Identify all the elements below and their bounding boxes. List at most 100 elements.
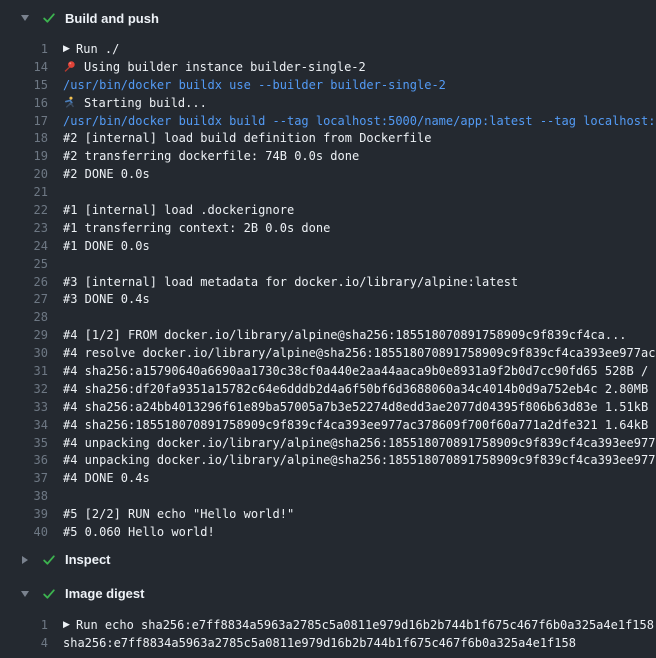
log-line: 38: [0, 487, 656, 505]
log-line: 33 #4 sha256:a24bb4013296f61e89ba57005a7b…: [0, 398, 656, 416]
log-line: 25: [0, 255, 656, 273]
log-line: 32 #4 sha256:df20fa9351a15782c64e6dddb2d4…: [0, 380, 656, 398]
line-number[interactable]: 18: [0, 131, 48, 145]
log-text: #4 sha256:a15790640a6690aa1730c38cf0a440…: [63, 364, 656, 378]
log-text: #4 sha256:df20fa9351a15782c64e6dddb2d4a6…: [63, 382, 656, 396]
log-text: #4 DONE 0.4s: [63, 471, 150, 485]
log-line: 22 #1 [internal] load .dockerignore: [0, 201, 656, 219]
log-line: 31 #4 sha256:a15790640a6690aa1730c38cf0a4…: [0, 362, 656, 380]
log-text: #4 [1/2] FROM docker.io/library/alpine@s…: [63, 328, 627, 342]
line-number[interactable]: 24: [0, 239, 48, 253]
log-line: 14 Using builder instance builder-single-…: [0, 58, 656, 76]
log-line: 1 ▶Run echo sha256:e7ff8834a5963a2785c5a0…: [0, 616, 656, 634]
log-lines-image-digest: 1 ▶Run echo sha256:e7ff8834a5963a2785c5a0…: [0, 616, 656, 652]
section-title: Inspect: [65, 552, 111, 567]
log-line: 15/usr/bin/docker buildx use --builder b…: [0, 76, 656, 94]
log-text: #2 transferring dockerfile: 74B 0.0s don…: [63, 149, 359, 163]
line-number[interactable]: 28: [0, 310, 48, 324]
log-line: 19 #2 transferring dockerfile: 74B 0.0s d…: [0, 147, 656, 165]
log-text: #4 sha256:a24bb4013296f61e89ba57005a7b3e…: [63, 400, 656, 414]
log-line: 40 #5 0.060 Hello world!: [0, 523, 656, 541]
log-line: 26 #3 [internal] load metadata for docker…: [0, 273, 656, 291]
line-number[interactable]: 19: [0, 149, 48, 163]
log-text: Using builder instance builder-single-2: [84, 60, 366, 74]
line-number[interactable]: 39: [0, 507, 48, 521]
success-check-icon: [41, 586, 56, 601]
log-text: #2 DONE 0.0s: [63, 167, 150, 181]
line-number[interactable]: 27: [0, 292, 48, 306]
run-expander-icon[interactable]: ▶: [63, 620, 76, 630]
chevron-right-icon[interactable]: [20, 556, 29, 564]
line-number[interactable]: 21: [0, 185, 48, 199]
chevron-down-icon[interactable]: [20, 15, 29, 21]
section-header-build-and-push[interactable]: Build and push: [0, 10, 656, 26]
line-number[interactable]: 40: [0, 525, 48, 539]
log-line: 30 #4 resolve docker.io/library/alpine@sh…: [0, 344, 656, 362]
run-expander-icon[interactable]: ▶: [63, 44, 76, 54]
log-text: #3 DONE 0.4s: [63, 292, 150, 306]
section-header-inspect[interactable]: Inspect: [0, 552, 656, 568]
log-text: #4 unpacking docker.io/library/alpine@sh…: [63, 453, 656, 467]
log-line: 20 #2 DONE 0.0s: [0, 165, 656, 183]
log-text: sha256:e7ff8834a5963a2785c5a0811e979d16b…: [63, 636, 576, 650]
line-number[interactable]: 34: [0, 418, 48, 432]
line-number[interactable]: 23: [0, 221, 48, 235]
log-text: #1 DONE 0.0s: [63, 239, 150, 253]
log-text: #1 [internal] load .dockerignore: [63, 203, 294, 217]
chevron-right-glyph: [22, 556, 28, 564]
log-line: 4 sha256:e7ff8834a5963a2785c5a0811e979d16…: [0, 634, 656, 652]
line-number[interactable]: 1: [0, 618, 48, 632]
section-header-image-digest[interactable]: Image digest: [0, 586, 656, 602]
line-number[interactable]: 32: [0, 382, 48, 396]
line-number[interactable]: 26: [0, 275, 48, 289]
line-number[interactable]: 38: [0, 489, 48, 503]
log-text: #1 transferring context: 2B 0.0s done: [63, 221, 330, 235]
line-number[interactable]: 31: [0, 364, 48, 378]
log-line: 34 #4 sha256:185518070891758909c9f839cf4c…: [0, 416, 656, 434]
log-line: 16 Starting build...: [0, 94, 656, 112]
chevron-down-glyph: [21, 591, 29, 597]
chevron-down-glyph: [21, 15, 29, 21]
runner-icon: [63, 96, 76, 109]
log-text-command: /usr/bin/docker buildx build --tag local…: [63, 114, 656, 128]
log-line: 17/usr/bin/docker buildx build --tag loc…: [0, 112, 656, 130]
line-number[interactable]: 1: [0, 42, 48, 56]
log-line: 28: [0, 308, 656, 326]
section-image-digest: Image digest 1 ▶Run echo sha256:e7ff8834a5…: [0, 586, 656, 652]
line-number[interactable]: 22: [0, 203, 48, 217]
log-line: 36 #4 unpacking docker.io/library/alpine@…: [0, 451, 656, 469]
line-number[interactable]: 29: [0, 328, 48, 342]
line-number[interactable]: 35: [0, 436, 48, 450]
line-number[interactable]: 33: [0, 400, 48, 414]
line-number[interactable]: 14: [0, 60, 48, 74]
line-number[interactable]: 20: [0, 167, 48, 181]
line-number[interactable]: 17: [0, 114, 48, 128]
line-number[interactable]: 16: [0, 96, 48, 110]
log-text: #5 0.060 Hello world!: [63, 525, 215, 539]
log-line: 1 ▶Run ./: [0, 40, 656, 58]
pushpin-icon: [63, 60, 76, 73]
line-number[interactable]: 37: [0, 471, 48, 485]
line-number[interactable]: 4: [0, 636, 48, 650]
log-line: 35 #4 unpacking docker.io/library/alpine@…: [0, 434, 656, 452]
log-text: #4 sha256:185518070891758909c9f839cf4ca3…: [63, 418, 656, 432]
section-title: Image digest: [65, 586, 144, 601]
log-text: #3 [internal] load metadata for docker.i…: [63, 275, 518, 289]
chevron-down-icon[interactable]: [20, 591, 29, 597]
log-text: Starting build...: [84, 96, 207, 110]
line-number[interactable]: 15: [0, 78, 48, 92]
log-text: #4 unpacking docker.io/library/alpine@sh…: [63, 436, 656, 450]
log-text: Run echo sha256:e7ff8834a5963a2785c5a081…: [76, 618, 654, 632]
log-line: 27 #3 DONE 0.4s: [0, 290, 656, 308]
line-number[interactable]: 36: [0, 453, 48, 467]
log-text: #4 resolve docker.io/library/alpine@sha2…: [63, 346, 656, 360]
log-line: 29 #4 [1/2] FROM docker.io/library/alpine…: [0, 326, 656, 344]
workflow-log-panel: Build and push1▶Run ./14Using builder in…: [0, 0, 656, 658]
log-lines-build-and-push: 1 ▶Run ./ 14 Using builder instance builder…: [0, 40, 656, 541]
log-line: 21: [0, 183, 656, 201]
section-build-and-push: Build and push 1 ▶Run ./ 14 Using builder in…: [0, 10, 656, 541]
line-number[interactable]: 25: [0, 257, 48, 271]
line-number[interactable]: 30: [0, 346, 48, 360]
log-line: 18#2 [internal] load build definition fr…: [0, 129, 656, 147]
log-text: Run ./: [76, 42, 119, 56]
